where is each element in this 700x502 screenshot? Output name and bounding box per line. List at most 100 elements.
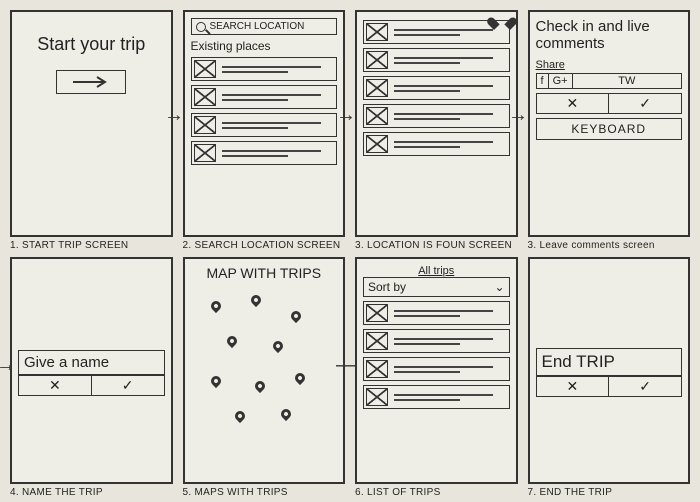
caption: 7. END THE TRIP xyxy=(528,487,691,498)
trip-name-input[interactable]: Give a name xyxy=(18,350,165,375)
confirm-row: ✕ ✓ xyxy=(536,376,683,397)
caption: 1. START TRIP SCREEN xyxy=(10,240,173,251)
confirm-row: ✕ ✓ xyxy=(536,93,683,114)
result-text xyxy=(392,56,507,65)
caption: 3. LOCATION IS FOUN SCREEN xyxy=(355,240,518,251)
trip-text xyxy=(392,337,507,346)
trip-item[interactable] xyxy=(363,357,510,381)
place-item[interactable] xyxy=(191,57,338,81)
map-pin-icon[interactable] xyxy=(292,371,306,385)
image-icon xyxy=(194,60,216,78)
end-trip-label: End TRIP xyxy=(536,348,683,376)
image-icon xyxy=(366,135,388,153)
map-pin-icon[interactable] xyxy=(252,379,266,393)
trip-text xyxy=(392,309,507,318)
trip-item[interactable] xyxy=(363,385,510,409)
share-googleplus-button[interactable]: G+ xyxy=(549,74,573,88)
favorite-icon[interactable] xyxy=(494,18,510,32)
result-text xyxy=(392,112,507,121)
screen-start-trip: Start your trip 1. START TRIP SCREEN xyxy=(10,10,173,251)
ok-button[interactable]: ✓ xyxy=(608,94,681,113)
result-item[interactable] xyxy=(363,48,510,72)
caption: 3. Leave comments screen xyxy=(528,240,691,251)
arrow-right-icon xyxy=(71,75,111,89)
screen-list-trips: All trips Sort by ⌄ 6. LIST OF TRIPS xyxy=(355,257,518,498)
image-icon xyxy=(366,388,388,406)
map-pin-icon[interactable] xyxy=(270,339,284,353)
image-icon xyxy=(366,360,388,378)
ok-button[interactable]: ✓ xyxy=(608,377,681,396)
cancel-button[interactable]: ✕ xyxy=(537,94,609,113)
map-pin-icon[interactable] xyxy=(288,309,302,323)
search-placeholder: SEARCH LOCATION xyxy=(210,21,305,32)
map-pin-icon[interactable] xyxy=(278,407,292,421)
existing-places-heading: Existing places xyxy=(191,39,338,53)
result-text xyxy=(392,84,507,93)
search-input[interactable]: SEARCH LOCATION xyxy=(191,18,338,35)
result-text xyxy=(392,140,507,149)
image-icon xyxy=(194,88,216,106)
comments-heading: Check in and live comments xyxy=(536,18,683,53)
caption: 2. SEARCH LOCATION SCREEN xyxy=(183,240,346,251)
share-twitter-button[interactable]: TW xyxy=(573,74,681,88)
flow-arrow: — xyxy=(336,355,356,375)
trip-text xyxy=(392,365,507,374)
place-text xyxy=(220,149,335,158)
map-pin-icon[interactable] xyxy=(224,334,238,348)
tab-all-trips[interactable]: All trips xyxy=(363,265,510,277)
place-item[interactable] xyxy=(191,141,338,165)
result-item[interactable] xyxy=(363,104,510,128)
image-icon xyxy=(366,107,388,125)
sort-dropdown[interactable]: Sort by ⌄ xyxy=(363,277,510,297)
screen-location-found: 3. LOCATION IS FOUN SCREEN xyxy=(355,10,518,251)
caption: 6. LIST OF TRIPS xyxy=(355,487,518,498)
search-icon xyxy=(196,22,206,32)
share-label: Share xyxy=(536,59,683,71)
place-text xyxy=(220,121,335,130)
map-area[interactable] xyxy=(191,281,338,484)
flow-arrow: → xyxy=(336,105,356,125)
confirm-row: ✕ ✓ xyxy=(18,375,165,396)
image-icon xyxy=(366,79,388,97)
image-icon xyxy=(194,116,216,134)
chevron-down-icon: ⌄ xyxy=(494,280,504,294)
place-item[interactable] xyxy=(191,85,338,109)
map-pin-icon[interactable] xyxy=(232,409,246,423)
place-item[interactable] xyxy=(191,113,338,137)
result-item[interactable] xyxy=(363,132,510,156)
cancel-button[interactable]: ✕ xyxy=(537,377,609,396)
flow-arrow: → xyxy=(164,105,184,125)
trip-text xyxy=(392,393,507,402)
image-icon xyxy=(366,23,388,41)
flow-arrow: → xyxy=(0,355,16,375)
keyboard-placeholder[interactable]: KEYBOARD xyxy=(536,118,683,140)
map-heading: MAP WITH TRIPS xyxy=(191,265,338,281)
trip-item[interactable] xyxy=(363,329,510,353)
screen-search-location: SEARCH LOCATION Existing places 2. SEARC… xyxy=(183,10,346,251)
screen-leave-comments: Check in and live comments Share f G+ TW… xyxy=(528,10,691,251)
start-trip-title: Start your trip xyxy=(18,34,165,56)
flow-arrow: → xyxy=(508,105,528,125)
result-item[interactable] xyxy=(363,76,510,100)
image-icon xyxy=(366,304,388,322)
screen-map-trips: MAP WITH TRIPS 5. MAPS WITH TRIPS xyxy=(183,257,346,498)
cancel-button[interactable]: ✕ xyxy=(19,376,91,395)
screen-end-trip: End TRIP ✕ ✓ 7. END THE TRIP xyxy=(528,257,691,498)
caption: 4. NAME THE TRIP xyxy=(10,487,173,498)
share-facebook-button[interactable]: f xyxy=(537,74,549,88)
place-text xyxy=(220,65,335,74)
caption: 5. MAPS WITH TRIPS xyxy=(183,487,346,498)
ok-button[interactable]: ✓ xyxy=(91,376,164,395)
start-trip-button[interactable] xyxy=(56,70,126,94)
screen-name-trip: Give a name ✕ ✓ 4. NAME THE TRIP xyxy=(10,257,173,498)
image-icon xyxy=(194,144,216,162)
result-text xyxy=(392,28,507,37)
map-pin-icon[interactable] xyxy=(208,374,222,388)
map-pin-icon[interactable] xyxy=(248,293,262,307)
share-buttons: f G+ TW xyxy=(536,73,683,89)
image-icon xyxy=(366,51,388,69)
image-icon xyxy=(366,332,388,350)
trip-item[interactable] xyxy=(363,301,510,325)
map-pin-icon[interactable] xyxy=(208,299,222,313)
place-text xyxy=(220,93,335,102)
